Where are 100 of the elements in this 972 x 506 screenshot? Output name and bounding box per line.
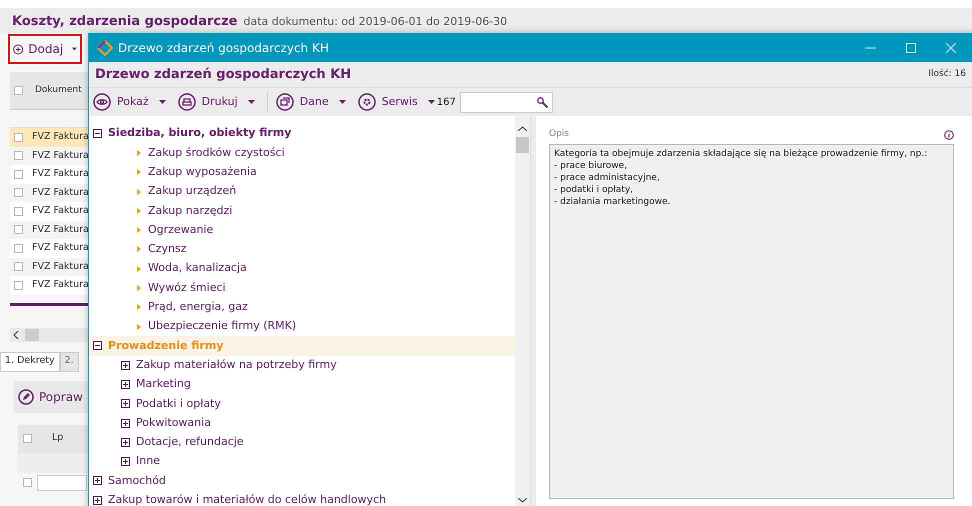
tree-item[interactable]: Pokwitowania	[89, 413, 515, 433]
bullet-icon	[137, 285, 141, 292]
table-cell: FVZ Faktura	[32, 186, 89, 200]
expand-icon[interactable]	[121, 438, 130, 447]
expand-icon[interactable]	[93, 476, 102, 486]
bullet-icon	[137, 208, 141, 214]
bullet-icon	[137, 304, 141, 310]
stack-icon	[276, 93, 294, 111]
tab[interactable]: 2.	[60, 352, 79, 372]
tree-item[interactable]: Zakup środków czystości	[89, 143, 515, 163]
scrollbar-thumb[interactable]	[516, 137, 529, 153]
tree-item[interactable]: Dotacje, refundacje	[89, 432, 515, 452]
expand-icon[interactable]	[121, 457, 130, 466]
tree-item[interactable]: Zakup urządzeń	[89, 182, 515, 202]
collapse-icon[interactable]	[93, 341, 102, 350]
bullet-icon	[137, 150, 141, 156]
checkbox[interactable]	[23, 478, 32, 487]
expand-icon[interactable]	[121, 399, 130, 408]
caret-icon	[338, 100, 346, 104]
tree-item[interactable]: Czynsz	[89, 240, 515, 260]
toolbar-button[interactable]: Drukuj	[178, 93, 255, 111]
expand-icon[interactable]	[93, 496, 102, 505]
toolbar-button[interactable]: Dane	[276, 93, 346, 111]
search-icon	[536, 96, 548, 108]
settings-icon	[358, 93, 376, 111]
description-text[interactable]: Kategoria ta obejmuje zdarzenia składające się na bieżące prowadzenie firmy, np.: - prace biurowe, - prace administacyjne, - podatki i opłaty, - działania marketingowe.	[549, 144, 954, 499]
toolbar-button[interactable]: Pokaż	[93, 93, 166, 111]
toolbar-button[interactable]: Serwis	[358, 93, 435, 111]
checkbox[interactable]	[14, 132, 23, 142]
tree-item[interactable]: Zakup wyposażenia	[89, 162, 515, 182]
grid-row[interactable]: FVZ Faktura	[10, 165, 88, 184]
expand-icon[interactable]	[121, 418, 130, 428]
table-cell: FVZ Faktura	[32, 278, 89, 292]
table-cell: FVZ Faktura	[32, 260, 89, 274]
checkbox[interactable]	[14, 170, 23, 179]
caret-icon	[248, 100, 255, 104]
scrollbar-thumb[interactable]	[25, 328, 39, 340]
maximize-icon[interactable]	[906, 42, 916, 52]
grid-row[interactable]: FVZ Faktura	[10, 276, 88, 294]
checkbox[interactable]	[14, 206, 23, 216]
tab[interactable]: 1. Dekrety	[0, 352, 60, 372]
eye-icon	[93, 93, 111, 111]
tree-item[interactable]: Ubezpieczenie firmy (RMK)	[89, 316, 515, 336]
diamond-logo-icon	[97, 40, 113, 56]
tree-item[interactable]: Woda, kanalizacja	[89, 259, 515, 278]
checkbox[interactable]	[14, 225, 23, 234]
tree-item[interactable]: Zakup towarów i materiałów do celów handlowych	[89, 490, 515, 506]
tree-item[interactable]: Marketing	[89, 374, 515, 394]
result-count: 167	[436, 96, 456, 110]
bullet-icon	[137, 188, 141, 195]
tree-item[interactable]: Siedziba, biuro, obiekty firmy	[89, 124, 515, 144]
info-icon[interactable]	[944, 130, 954, 140]
close-icon[interactable]	[946, 42, 956, 52]
vertical-scrollbar[interactable]	[515, 116, 530, 506]
expand-icon[interactable]	[121, 360, 130, 370]
column-header: Lp	[52, 431, 64, 446]
checkbox[interactable]	[14, 244, 23, 253]
checkbox[interactable]	[14, 188, 23, 198]
checkbox[interactable]	[14, 262, 23, 272]
table-cell: FVZ Faktura	[32, 222, 89, 237]
add-button[interactable]: Dodaj	[8, 34, 82, 64]
bullet-icon	[137, 169, 141, 176]
column-header: Dokument	[35, 84, 82, 97]
tree-item[interactable]: Wywóz śmieci	[89, 278, 515, 298]
tree-item[interactable]: Ogrzewanie	[89, 220, 515, 240]
plus-circle-icon	[13, 42, 24, 56]
checkbox[interactable]	[14, 86, 23, 95]
collapse-icon[interactable]	[93, 129, 102, 138]
item-count: Ilość: 16	[928, 68, 966, 81]
caret-icon	[428, 100, 435, 104]
window-title: Drzewo zdarzeń gospodarczych KH	[118, 40, 329, 56]
checkbox[interactable]	[14, 151, 23, 160]
bullet-icon	[137, 227, 141, 234]
table-cell: FVZ Faktura	[32, 241, 89, 256]
checkbox[interactable]	[23, 434, 32, 443]
table-cell: FVZ Faktura	[32, 204, 89, 218]
tree-item[interactable]: Prąd, energia, gaz	[89, 298, 515, 317]
minimize-icon[interactable]	[865, 46, 876, 48]
tree-item[interactable]: Zakup materiałów na potrzeby firmy	[89, 356, 515, 375]
table-cell: FVZ Faktura	[32, 148, 89, 163]
bullet-icon	[137, 266, 141, 272]
edit-button[interactable]: Popraw	[14, 380, 88, 412]
tree-item[interactable]: Samochód	[89, 471, 515, 491]
bullet-icon	[137, 324, 141, 330]
search-field[interactable]	[460, 92, 553, 112]
horizontal-scrollbar[interactable]	[10, 328, 88, 342]
pencil-circle-icon	[18, 388, 34, 404]
tree-item[interactable]: Inne	[89, 452, 515, 472]
grid-row[interactable]: FVZ Faktura	[10, 128, 88, 146]
date-range: data dokumentu: od 2019-06-01 do 2019-06-30	[243, 14, 508, 30]
expand-icon[interactable]	[121, 380, 130, 389]
caret-icon	[158, 100, 166, 104]
page-title: Koszty, zdarzenia gospodarcze	[12, 13, 238, 31]
input-field[interactable]	[37, 474, 87, 490]
grid-row[interactable]: FVZ Faktura	[10, 239, 88, 258]
tree-item[interactable]: Zakup narzędzi	[89, 201, 515, 220]
tree-item[interactable]: Podatki i opłaty	[89, 394, 515, 414]
printer-icon	[178, 93, 196, 111]
grid-row[interactable]: FVZ Faktura	[10, 202, 88, 220]
checkbox[interactable]	[14, 280, 23, 290]
